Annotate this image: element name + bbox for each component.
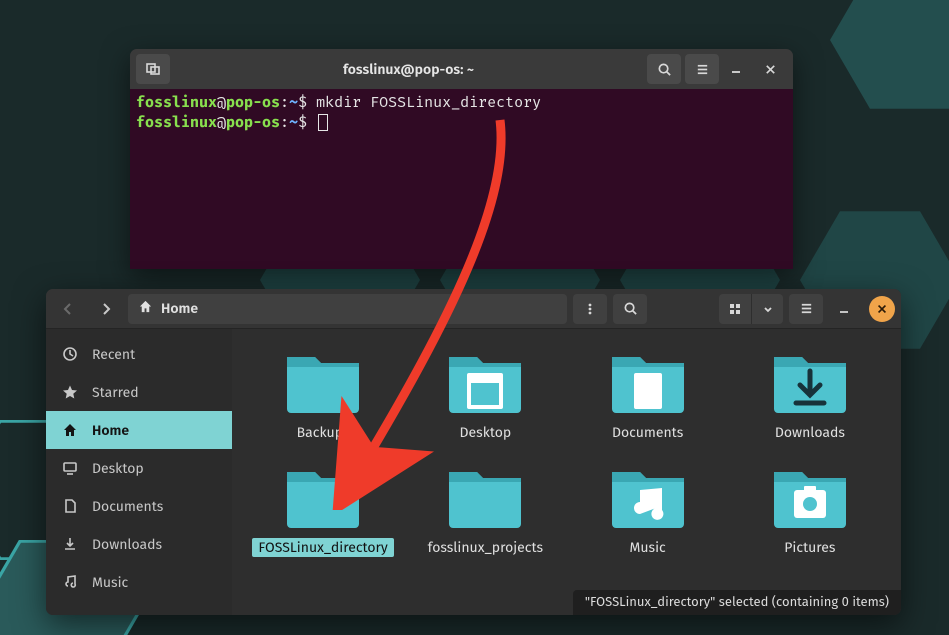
sidebar-item-label: Home	[92, 422, 129, 439]
prompt-line-1: fosslinux@pop-os:~$ mkdir FOSSLinux_dire…	[136, 93, 541, 111]
cursor-icon	[318, 114, 328, 131]
filemanager-minimize-button[interactable]	[829, 302, 859, 316]
sidebar-item-label: Starred	[92, 384, 139, 401]
prompt-line-2: fosslinux@pop-os:~$	[136, 113, 328, 131]
sidebar-item-home[interactable]: Home	[46, 411, 232, 449]
folder-label: Documents	[606, 423, 689, 442]
terminal-close-button[interactable]	[753, 54, 787, 84]
terminal-search-button[interactable]	[647, 54, 681, 84]
location-text: Home	[161, 300, 198, 317]
sidebar-item-label: Music	[92, 574, 128, 591]
folder-label: Music	[624, 538, 672, 557]
folder-item[interactable]: fosslinux_projects	[404, 462, 566, 557]
download-icon	[62, 536, 78, 552]
folder-item[interactable]: Music	[567, 462, 729, 557]
folder-icon	[443, 347, 527, 417]
sidebar-item-label: Documents	[92, 498, 163, 515]
new-tab-button[interactable]	[136, 54, 170, 84]
folder-icon	[768, 347, 852, 417]
filemanager-window: Home Recent Starred Home Desktop Documents	[46, 289, 901, 615]
folder-label: FOSSLinux_directory	[252, 538, 393, 557]
nav-forward-button[interactable]	[90, 294, 122, 324]
folder-label: Desktop	[454, 423, 518, 442]
folder-item[interactable]: Documents	[567, 347, 729, 442]
sidebar-item-label: Downloads	[92, 536, 162, 553]
sidebar-item-desktop[interactable]: Desktop	[46, 449, 232, 487]
folder-icon	[606, 462, 690, 532]
folder-icon	[606, 347, 690, 417]
folder-item[interactable]: Pictures	[729, 462, 891, 557]
folder-label: Downloads	[769, 423, 851, 442]
folder-icon	[443, 462, 527, 532]
filemanager-titlebar[interactable]: Home	[46, 289, 901, 329]
filemanager-close-button[interactable]	[869, 296, 895, 322]
folder-item[interactable]: Desktop	[404, 347, 566, 442]
desktop-icon	[62, 460, 78, 476]
filemanager-menu-button[interactable]	[789, 294, 823, 324]
filemanager-main[interactable]: Backups Desktop Documents Downloads FOSSLinu…	[232, 329, 901, 615]
path-menu-button[interactable]	[573, 294, 607, 324]
filemanager-search-button[interactable]	[613, 294, 647, 324]
document-icon	[62, 498, 78, 514]
location-bar[interactable]: Home	[128, 294, 567, 324]
sidebar-item-recent[interactable]: Recent	[46, 335, 232, 373]
nav-back-button[interactable]	[52, 294, 84, 324]
folder-item[interactable]: Downloads	[729, 347, 891, 442]
star-icon	[62, 384, 78, 400]
folder-icon	[281, 347, 365, 417]
folder-label: Pictures	[778, 538, 841, 557]
sidebar-item-starred[interactable]: Starred	[46, 373, 232, 411]
terminal-title: fosslinux@pop-os: ~	[170, 61, 647, 78]
view-dropdown-button[interactable]	[751, 294, 783, 324]
filemanager-sidebar: Recent Starred Home Desktop Documents Downloa…	[46, 329, 232, 615]
grid-view-button[interactable]	[719, 294, 751, 324]
view-mode-group	[719, 294, 783, 324]
clock-icon	[62, 346, 78, 362]
folder-label: Backups	[291, 423, 356, 442]
folder-item[interactable]: Backups	[242, 347, 404, 442]
terminal-window: fosslinux@pop-os: ~ fosslinux@pop-os:~$ …	[130, 49, 793, 269]
folder-icon	[281, 462, 365, 532]
home-icon	[62, 422, 78, 438]
status-bar: "FOSSLinux_directory" selected (containi…	[573, 590, 901, 615]
sidebar-item-label: Desktop	[92, 460, 144, 477]
terminal-titlebar[interactable]: fosslinux@pop-os: ~	[130, 49, 793, 89]
folder-item[interactable]: FOSSLinux_directory	[242, 462, 404, 557]
home-icon	[138, 299, 153, 318]
music-icon	[62, 574, 78, 590]
terminal-minimize-button[interactable]	[719, 54, 753, 84]
sidebar-item-label: Recent	[92, 346, 135, 363]
folder-label: fosslinux_projects	[422, 538, 549, 557]
terminal-menu-button[interactable]	[685, 54, 719, 84]
sidebar-item-documents[interactable]: Documents	[46, 487, 232, 525]
sidebar-item-downloads[interactable]: Downloads	[46, 525, 232, 563]
folder-icon	[768, 462, 852, 532]
sidebar-item-music[interactable]: Music	[46, 563, 232, 601]
terminal-body[interactable]: fosslinux@pop-os:~$ mkdir FOSSLinux_dire…	[130, 89, 793, 269]
